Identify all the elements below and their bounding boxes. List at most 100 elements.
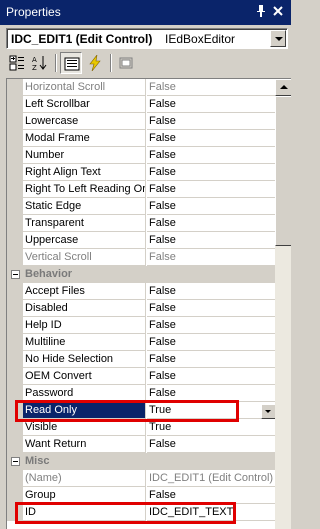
property-name[interactable]: Help ID (23, 317, 146, 334)
property-value[interactable]: False (147, 232, 275, 249)
property-row[interactable]: Left Scrollbar False (7, 96, 275, 113)
vertical-scrollbar[interactable] (275, 79, 291, 529)
property-value[interactable]: False (147, 283, 275, 300)
events-button[interactable] (84, 52, 106, 74)
property-value[interactable]: False (147, 368, 275, 385)
property-value[interactable]: False (147, 147, 275, 164)
property-value[interactable]: False (147, 164, 275, 181)
property-value[interactable]: IDC_EDIT1 (Edit Control) (147, 470, 275, 487)
property-row[interactable]: ID IDC_EDIT_TEXT (7, 504, 275, 521)
category-label: Misc (23, 453, 275, 470)
property-name[interactable]: No Hide Selection (23, 351, 146, 368)
category-row[interactable]: Misc (7, 453, 275, 470)
property-name[interactable]: Password (23, 385, 146, 402)
svg-text:Z: Z (32, 64, 37, 71)
property-value[interactable]: False (147, 79, 275, 96)
category-row[interactable]: Behavior (7, 266, 275, 283)
property-name[interactable]: Horizontal Scroll (23, 79, 146, 96)
property-name[interactable]: Disabled (23, 300, 146, 317)
property-name[interactable]: Lowercase (23, 113, 146, 130)
property-row[interactable]: Transparent False (7, 215, 275, 232)
property-row[interactable]: Lowercase False (7, 113, 275, 130)
collapse-icon[interactable] (11, 457, 20, 466)
property-name[interactable]: Vertical Scroll (23, 249, 146, 266)
property-value[interactable]: False (147, 113, 275, 130)
property-value[interactable]: False (147, 198, 275, 215)
property-value[interactable]: IDC_EDIT_TEXT (147, 504, 275, 521)
property-name[interactable]: Static Edge (23, 198, 146, 215)
property-name[interactable]: Want Return (23, 436, 146, 453)
property-name[interactable]: ID (23, 504, 146, 521)
row-margin (7, 300, 23, 317)
property-value[interactable]: False (147, 351, 275, 368)
property-row[interactable]: Group False (7, 487, 275, 504)
scroll-thumb[interactable] (275, 96, 291, 246)
property-value[interactable]: False (147, 317, 275, 334)
property-name[interactable]: Uppercase (23, 232, 146, 249)
property-value[interactable]: False (147, 385, 275, 402)
property-row[interactable]: Disabled False (7, 300, 275, 317)
property-row[interactable]: Want Return False (7, 436, 275, 453)
property-row[interactable]: Visible True (7, 419, 275, 436)
property-value[interactable]: True (147, 419, 275, 436)
property-rows: Horizontal Scroll False Left Scrollbar Fals… (7, 79, 275, 521)
property-row[interactable]: (Name) IDC_EDIT1 (Edit Control) (7, 470, 275, 487)
alphabetical-button[interactable]: A Z (29, 52, 51, 74)
property-value[interactable]: False (147, 334, 275, 351)
property-name[interactable]: Modal Frame (23, 130, 146, 147)
property-name[interactable]: (Name) (23, 470, 146, 487)
categorized-icon (9, 55, 24, 71)
property-value[interactable]: False (147, 300, 275, 317)
scroll-up-button[interactable] (275, 79, 291, 96)
property-pages-button[interactable] (115, 52, 137, 74)
object-selector-dropdown-button[interactable] (270, 30, 286, 47)
property-row[interactable]: Help ID False (7, 317, 275, 334)
property-value[interactable]: False (147, 249, 275, 266)
property-row[interactable]: Horizontal Scroll False (7, 79, 275, 96)
row-margin (7, 232, 23, 249)
value-dropdown-button[interactable] (261, 404, 276, 419)
property-value[interactable]: True (147, 402, 275, 419)
collapse-icon[interactable] (11, 270, 20, 279)
property-row[interactable]: Static Edge False (7, 198, 275, 215)
property-value[interactable]: False (147, 130, 275, 147)
close-icon[interactable] (271, 4, 285, 20)
property-row[interactable]: Multiline False (7, 334, 275, 351)
row-margin (7, 96, 23, 113)
object-selector[interactable]: IDC_EDIT1 (Edit Control) IEdBoxEditor (6, 28, 288, 49)
property-value[interactable]: False (147, 181, 275, 198)
property-row[interactable]: OEM Convert False (7, 368, 275, 385)
svg-text:A: A (32, 56, 37, 64)
property-value[interactable]: False (147, 96, 275, 113)
property-value[interactable]: False (147, 215, 275, 232)
property-name[interactable]: Right To Left Reading Or (23, 181, 146, 198)
property-row[interactable]: Vertical Scroll False (7, 249, 275, 266)
property-grid[interactable]: Horizontal Scroll False Left Scrollbar Fals… (6, 78, 291, 529)
property-name[interactable]: OEM Convert (23, 368, 146, 385)
property-row[interactable]: Password False (7, 385, 275, 402)
property-name[interactable]: Left Scrollbar (23, 96, 146, 113)
properties-button[interactable] (60, 52, 82, 74)
property-row[interactable]: Accept Files False (7, 283, 275, 300)
row-margin (7, 283, 23, 300)
property-row[interactable]: Number False (7, 147, 275, 164)
property-row[interactable]: Read Only True (7, 402, 275, 419)
property-name[interactable]: Visible (23, 419, 146, 436)
property-name[interactable]: Accept Files (23, 283, 146, 300)
property-name[interactable]: Group (23, 487, 146, 504)
row-margin (7, 147, 23, 164)
pin-icon[interactable] (254, 4, 268, 20)
property-row[interactable]: Uppercase False (7, 232, 275, 249)
categorized-button[interactable] (6, 52, 28, 74)
property-row[interactable]: Right To Left Reading Or False (7, 181, 275, 198)
property-row[interactable]: Right Align Text False (7, 164, 275, 181)
property-row[interactable]: No Hide Selection False (7, 351, 275, 368)
property-name[interactable]: Right Align Text (23, 164, 146, 181)
property-name[interactable]: Transparent (23, 215, 146, 232)
property-name[interactable]: Number (23, 147, 146, 164)
property-name[interactable]: Multiline (23, 334, 146, 351)
property-name[interactable]: Read Only (23, 402, 146, 419)
property-row[interactable]: Modal Frame False (7, 130, 275, 147)
property-value[interactable]: False (147, 436, 275, 453)
property-value[interactable]: False (147, 487, 275, 504)
